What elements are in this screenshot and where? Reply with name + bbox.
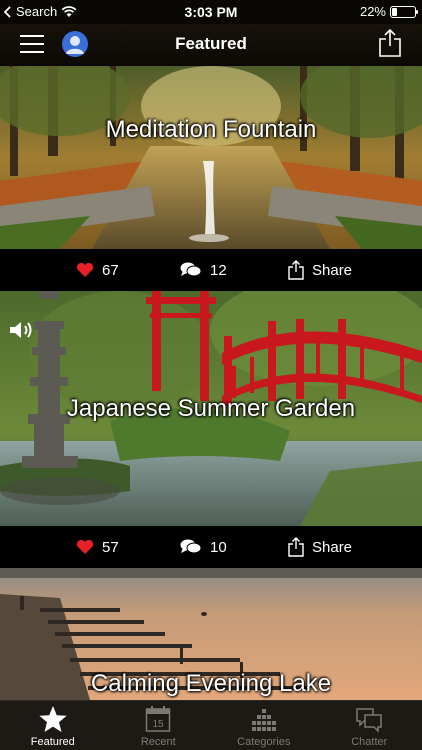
battery-fill — [392, 7, 397, 16]
card-image-garden[interactable]: Japanese Summer Garden — [0, 291, 422, 526]
featured-feed[interactable]: Meditation Fountain 67 12 Share Japanese… — [0, 66, 422, 700]
comment-button[interactable]: 10 — [180, 526, 227, 568]
comment-count: 10 — [210, 538, 227, 556]
battery-icon — [390, 5, 418, 18]
card-actions: 67 12 Share — [0, 249, 422, 291]
share-label: Share — [312, 538, 353, 556]
heart-icon — [76, 539, 94, 554]
feed-card-meditation-fountain: Meditation Fountain 67 12 Share — [0, 66, 422, 291]
share-button[interactable]: Share — [288, 526, 352, 568]
tab-recent[interactable]: 15 Recent — [106, 701, 212, 750]
like-count: 67 — [102, 261, 119, 279]
fountain-scene-image — [0, 66, 422, 249]
tab-bar: Featured 15 Recent Categories Chatter — [0, 700, 422, 750]
share-icon[interactable] — [378, 28, 402, 58]
audio-icon[interactable] — [8, 319, 36, 341]
calendar-icon: 15 — [146, 706, 171, 732]
share-button[interactable]: Share — [288, 249, 352, 291]
star-icon — [39, 706, 67, 732]
share-label: Share — [312, 261, 353, 279]
battery-percent: 22% — [359, 4, 386, 19]
card-title: Japanese Summer Garden — [66, 395, 356, 422]
like-button[interactable]: 67 — [76, 249, 119, 291]
comment-count: 12 — [210, 261, 227, 279]
tab-label: Chatter — [351, 736, 388, 748]
feed-card-japanese-summer-garden: Japanese Summer Garden 57 10 Share — [0, 291, 422, 568]
card-title: Calming Evening Lake — [90, 670, 332, 697]
card-image-fountain[interactable]: Meditation Fountain — [0, 66, 422, 249]
card-title: Meditation Fountain — [105, 116, 317, 143]
card-actions: 57 10 Share — [0, 526, 422, 568]
like-count: 57 — [102, 538, 119, 556]
share-icon — [288, 537, 304, 557]
comment-icon — [180, 539, 202, 554]
share-icon — [288, 260, 304, 280]
status-right: 22% — [359, 4, 418, 19]
chat-bubbles-icon — [356, 708, 382, 733]
tab-label: Featured — [30, 736, 75, 748]
tab-categories[interactable]: Categories — [211, 701, 317, 750]
comment-button[interactable]: 12 — [180, 249, 227, 291]
page-title: Featured — [175, 34, 247, 53]
nav-bar: Featured — [0, 24, 422, 66]
feed-card-calming-evening-lake: Calming Evening Lake — [0, 568, 422, 700]
calendar-day: 15 — [153, 719, 165, 730]
tab-featured[interactable]: Featured — [0, 701, 106, 750]
tab-chatter[interactable]: Chatter — [317, 701, 422, 750]
tab-label: Categories — [237, 736, 291, 748]
card-image-lake[interactable]: Calming Evening Lake — [0, 568, 422, 700]
grid-icon — [251, 709, 276, 731]
status-bar: Search 3:03 PM 22% — [0, 0, 422, 24]
like-button[interactable]: 57 — [76, 526, 119, 568]
tab-label: Recent — [140, 736, 176, 748]
heart-icon — [76, 262, 94, 277]
status-time: 3:03 PM — [184, 4, 238, 20]
comment-icon — [180, 262, 202, 277]
